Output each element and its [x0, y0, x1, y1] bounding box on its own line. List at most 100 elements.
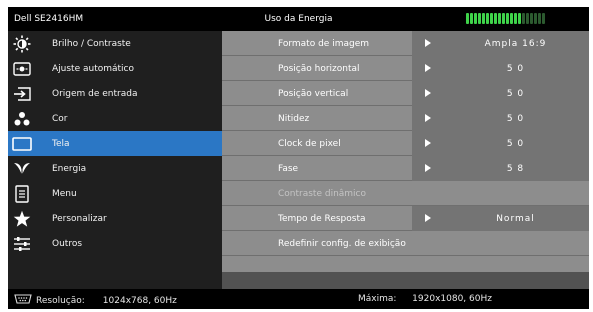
energy-bar [502, 13, 505, 24]
resolution-label: Resolução: [36, 295, 85, 306]
setting-value: 5 0 [506, 64, 525, 74]
setting-label: Posição vertical [278, 89, 349, 99]
sidebar-item-tela[interactable]: Tela [8, 131, 222, 156]
arrow-right-icon [425, 114, 431, 122]
setting-value-box[interactable]: Normal [412, 206, 589, 231]
input-source-icon [12, 84, 32, 104]
menu-icon [12, 184, 32, 204]
setting-label: Clock de pixel [278, 139, 341, 149]
energy-bar [522, 13, 525, 24]
auto-adjust-icon [12, 59, 32, 79]
sidebar-item-label: Personalizar [52, 214, 107, 224]
max-resolution: Máxima: 1920x1080, 60Hz [358, 294, 492, 304]
status-bar: Resolução: 1024x768, 60Hz Máxima: 1920x1… [8, 289, 589, 309]
energy-bar [514, 13, 517, 24]
energy-bar [526, 13, 529, 24]
current-resolution: Resolução: 1024x768, 60Hz [14, 294, 177, 307]
sidebar-item-label: Energia [52, 164, 87, 174]
energy-bar [498, 13, 501, 24]
setting-label: Posição horizontal [278, 64, 360, 74]
max-resolution-value: 1920x1080, 60Hz [412, 294, 492, 304]
setting-value: Normal [496, 214, 535, 224]
energy-bar [474, 13, 477, 24]
sidebar-item-label: Cor [52, 114, 68, 124]
setting-value-box[interactable]: 5 0 [412, 106, 589, 131]
setting-value-box[interactable]: Ampla 16:9 [412, 31, 589, 56]
setting-value: 5 8 [506, 164, 525, 174]
display-icon [12, 134, 32, 154]
energy-bar [482, 13, 485, 24]
setting-fase[interactable]: Fase 5 8 [222, 156, 589, 181]
setting-clock-de-pixel[interactable]: Clock de pixel 5 0 [222, 131, 589, 156]
energy-bar [470, 13, 473, 24]
energy-bar [494, 13, 497, 24]
sidebar-item-label: Ajuste automático [52, 64, 134, 74]
setting-label: Formato de imagem [278, 39, 369, 49]
sidebar-item-menu[interactable]: Menu [8, 181, 222, 206]
arrow-right-icon [425, 164, 431, 172]
energy-bar [490, 13, 493, 24]
sidebar-item-label: Tela [52, 139, 70, 149]
sidebar-item-label: Outros [52, 239, 83, 249]
energy-bar [510, 13, 513, 24]
setting-value-box[interactable]: 5 0 [412, 56, 589, 81]
setting-value: 5 0 [506, 114, 525, 124]
sidebar-item-ajuste-automatico[interactable]: Ajuste automático [8, 56, 222, 81]
star-icon [12, 209, 32, 229]
setting-label: Tempo de Resposta [278, 214, 366, 224]
setting-contraste-dinamico: Contraste dinâmico [222, 181, 589, 206]
sidebar-item-energia[interactable]: Energia [8, 156, 222, 181]
setting-value: 5 0 [506, 89, 525, 99]
monitor-osd: Dell SE2416HM Uso da Energia Brilho / Co… [8, 7, 589, 309]
setting-redefinir-config[interactable]: Redefinir config. de exibição [222, 231, 589, 256]
sidebar-item-outros[interactable]: Outros [8, 231, 222, 256]
vga-connector-icon [14, 294, 32, 307]
sidebar-item-label: Origem de entrada [52, 89, 138, 99]
color-icon [12, 109, 32, 129]
energy-bar [542, 13, 545, 24]
setting-label: Redefinir config. de exibição [278, 239, 406, 249]
setting-value-box[interactable]: 5 0 [412, 131, 589, 156]
sidebar-item-label: Brilho / Contraste [52, 39, 131, 49]
sidebar: Brilho / Contraste Ajuste automático Ori… [8, 31, 222, 289]
settings-panel: Formato de imagem Ampla 16:9 Posição hor… [222, 31, 589, 289]
resolution-value: 1024x768, 60Hz [102, 295, 177, 306]
setting-label: Fase [278, 164, 299, 174]
setting-value-box[interactable]: 5 8 [412, 156, 589, 181]
energy-bar [506, 13, 509, 24]
setting-label: Contraste dinâmico [278, 189, 367, 199]
sidebar-item-origem-de-entrada[interactable]: Origem de entrada [8, 81, 222, 106]
brightness-icon [12, 34, 32, 54]
energy-icon [12, 159, 32, 179]
header-bar: Dell SE2416HM Uso da Energia [8, 7, 589, 31]
setting-tempo-de-resposta[interactable]: Tempo de Resposta Normal [222, 206, 589, 231]
arrow-right-icon [425, 214, 431, 222]
energy-bar [478, 13, 481, 24]
energy-bar [466, 13, 469, 24]
others-icon [12, 234, 32, 254]
setting-label: Nitidez [278, 114, 310, 124]
setting-posicao-horizontal[interactable]: Posição horizontal 5 0 [222, 56, 589, 81]
arrow-right-icon [425, 39, 431, 47]
arrow-right-icon [425, 64, 431, 72]
setting-formato-de-imagem[interactable]: Formato de imagem Ampla 16:9 [222, 31, 589, 56]
energy-bar [518, 13, 521, 24]
energy-bar [538, 13, 541, 24]
setting-value-box[interactable]: 5 0 [412, 81, 589, 106]
arrow-right-icon [425, 89, 431, 97]
max-resolution-label: Máxima: [358, 294, 397, 304]
energy-bar [534, 13, 537, 24]
settings-empty-row [222, 256, 589, 272]
sidebar-item-personalizar[interactable]: Personalizar [8, 206, 222, 231]
setting-nitidez[interactable]: Nitidez 5 0 [222, 106, 589, 131]
sidebar-item-cor[interactable]: Cor [8, 106, 222, 131]
setting-value: 5 0 [506, 139, 525, 149]
sidebar-item-brilho-contraste[interactable]: Brilho / Contraste [8, 31, 222, 56]
energy-bar [530, 13, 533, 24]
sidebar-item-label: Menu [52, 189, 77, 199]
setting-posicao-vertical[interactable]: Posição vertical 5 0 [222, 81, 589, 106]
energy-meter [466, 13, 545, 24]
arrow-right-icon [425, 139, 431, 147]
setting-value: Ampla 16:9 [484, 39, 547, 49]
energy-bar [486, 13, 489, 24]
